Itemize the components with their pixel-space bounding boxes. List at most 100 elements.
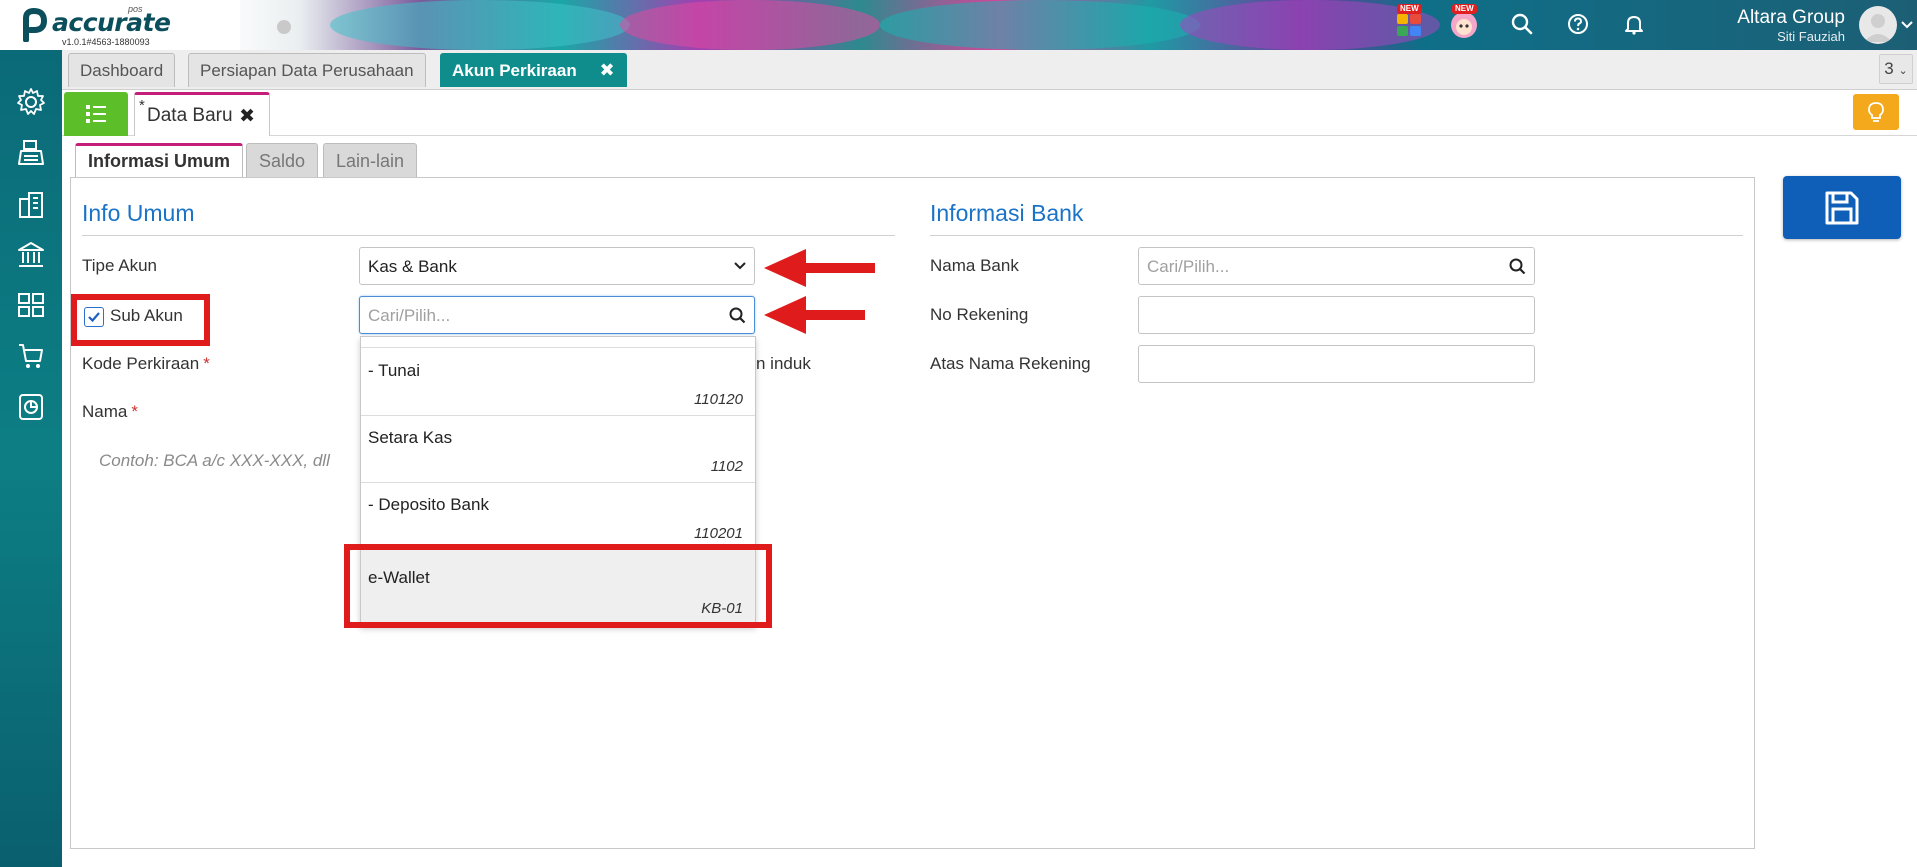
list-item[interactable]: Setara Kas 1102 (361, 416, 755, 483)
parent-account-placeholder: Cari/Pilih... (368, 306, 451, 325)
module-tab-bar: Dashboard Persiapan Data Perusahaan Akun… (62, 50, 1917, 90)
highlight-box-sub-akun (71, 294, 210, 346)
building-icon (19, 192, 43, 218)
help-icon (1568, 14, 1588, 34)
sidebar-item-inventory[interactable] (12, 286, 50, 324)
highlight-box-ewallet (344, 544, 772, 628)
section-title-info-umum: Info Umum (82, 200, 195, 226)
avatar[interactable] (1859, 6, 1897, 44)
list-item[interactable]: - Deposito Bank 110201 (361, 483, 755, 550)
accurate-logo-icon (23, 8, 48, 42)
modified-marker: * (139, 97, 145, 114)
mascot-button[interactable]: NEW (1448, 4, 1480, 40)
bank-icon (18, 242, 44, 267)
section-title-informasi-bank: Informasi Bank (930, 200, 1084, 226)
new-badge: NEW (1397, 4, 1422, 14)
top-header: accurate pos v1.0.1#4563-1880093 NEW NEW (0, 0, 1917, 50)
search-icon (1511, 13, 1533, 35)
kode-perkiraan-text: Kode Perkiraan (82, 354, 200, 373)
parent-account-search[interactable]: Cari/Pilih... (359, 296, 755, 334)
tab-saldo[interactable]: Saldo (246, 143, 319, 178)
sidebar-item-report[interactable] (12, 388, 50, 426)
close-icon[interactable]: ✖ (599, 54, 614, 87)
red-arrow-icon (764, 249, 875, 287)
list-view-button[interactable] (64, 92, 128, 136)
sidebar-item-purchase[interactable] (12, 337, 50, 375)
logo-area[interactable]: accurate pos v1.0.1#4563-1880093 (0, 0, 240, 50)
tab-label: Lain-lain (336, 151, 405, 171)
apps-button[interactable]: NEW (1393, 4, 1425, 40)
company-info[interactable]: Altara Group Siti Fauziah (1737, 7, 1845, 45)
account-code: 110120 (694, 391, 743, 408)
tab-label: Informasi Umum (88, 151, 231, 171)
chevron-down-icon: ⌄ (1898, 65, 1908, 77)
list-item[interactable]: - Tunai 110120 (361, 349, 755, 416)
tab-title: Data Baru (147, 105, 233, 126)
kode-perkiraan-label: Kode Perkiraan * (82, 354, 210, 374)
account-name: Setara Kas (368, 428, 453, 447)
tab-label: Saldo (259, 151, 306, 171)
tab-akun-perkiraan[interactable]: Akun Perkiraan ✖ (440, 53, 627, 87)
search-button[interactable] (1506, 8, 1538, 40)
save-icon (1825, 191, 1859, 224)
nama-label: Nama * (82, 402, 138, 422)
document-tab-bar: * Data Baru ✖ (62, 90, 1917, 136)
tab-persiapan-data[interactable]: Persiapan Data Perusahaan (188, 53, 426, 87)
app-logo-sub: pos (128, 4, 143, 14)
section-divider (82, 235, 895, 236)
tipe-akun-select[interactable]: Kas & Bank (359, 247, 755, 285)
chevron-down-icon[interactable] (1901, 20, 1913, 30)
user-name: Siti Fauziah (1777, 29, 1845, 44)
apps-grid-icon (1397, 14, 1421, 36)
tipe-akun-label: Tipe Akun (82, 256, 157, 275)
app-logo-text: accurate (52, 8, 171, 37)
lightbulb-icon (1868, 102, 1884, 122)
sidebar-item-bank[interactable] (12, 236, 50, 274)
tips-button[interactable] (1853, 94, 1899, 130)
tab-data-baru[interactable]: * Data Baru ✖ (134, 92, 270, 136)
tab-dashboard[interactable]: Dashboard (68, 53, 176, 87)
app-version: v1.0.1#4563-1880093 (62, 37, 150, 47)
cart-icon (19, 344, 43, 368)
sidebar-item-pos[interactable] (12, 134, 50, 172)
header-decoration (330, 0, 630, 50)
tipe-akun-value: Kas & Bank (368, 257, 457, 276)
nama-text: Nama (82, 402, 128, 421)
required-mark: * (203, 354, 210, 373)
new-badge: NEW (1452, 4, 1477, 14)
sidebar-item-company[interactable] (12, 186, 50, 224)
nama-bank-search[interactable]: Cari/Pilih... (1138, 247, 1535, 285)
save-button[interactable] (1783, 176, 1901, 239)
cash-register-icon (18, 140, 44, 165)
nama-bank-label: Nama Bank (930, 256, 1019, 275)
search-icon (1509, 258, 1526, 275)
list-icon (86, 105, 106, 123)
account-name: - Tunai (368, 361, 420, 380)
user-avatar-icon (1864, 14, 1892, 42)
header-decoration (880, 0, 1200, 50)
help-button[interactable] (1562, 8, 1594, 40)
dropdown-scroll-edge (361, 337, 755, 348)
close-icon[interactable]: ✖ (239, 105, 255, 128)
red-arrow-icon (764, 296, 865, 334)
section-divider (930, 235, 1743, 236)
sidebar (0, 50, 62, 867)
notification-button[interactable] (1618, 8, 1650, 40)
atas-nama-label: Atas Nama Rekening (930, 354, 1091, 373)
account-code: 1102 (710, 458, 743, 475)
tab-lain-lain[interactable]: Lain-lain (323, 143, 418, 178)
tab-count-dropdown[interactable]: 3 ⌄ (1879, 54, 1913, 84)
tab-informasi-umum[interactable]: Informasi Umum (75, 143, 244, 179)
status-dot (277, 20, 291, 34)
account-code: 110201 (694, 525, 743, 542)
tab-count: 3 (1884, 59, 1894, 78)
atas-nama-input[interactable] (1138, 345, 1535, 383)
report-icon (19, 394, 43, 420)
tab-label: Persiapan Data Perusahaan (200, 61, 414, 80)
no-rekening-input[interactable] (1138, 296, 1535, 334)
required-mark: * (131, 402, 138, 421)
sidebar-item-settings[interactable] (12, 83, 50, 121)
tab-label: Akun Perkiraan (452, 61, 577, 80)
bell-icon (1625, 16, 1643, 35)
nama-bank-placeholder: Cari/Pilih... (1147, 257, 1230, 276)
